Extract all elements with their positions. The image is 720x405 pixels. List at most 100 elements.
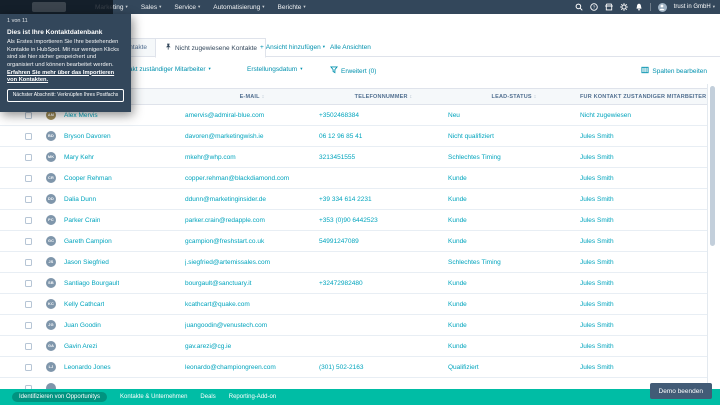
contact-owner-value: Jules Smith [580,153,614,161]
all-views-button[interactable]: Alle Ansichten [330,38,371,57]
contact-email-link[interactable]: parker.crain@redapple.com [185,217,319,224]
advanced-filters-button[interactable]: Erweitert (0) [329,66,376,76]
row-checkbox[interactable] [25,216,32,224]
bottom-tab-identify-opportunities[interactable]: Identifizieren von Opportunitys [12,392,108,402]
contact-name-link[interactable]: Juan Goodin [64,322,101,329]
contact-avatar: BD [46,131,56,141]
contact-name-link[interactable]: Alex Mervis [64,112,98,119]
row-checkbox[interactable] [25,195,32,203]
lead-status-value: Qualifiziert [448,363,479,371]
contact-avatar: JS [46,257,56,267]
bottom-tab-contacts-companies[interactable]: Kontakte & Unternehmen [120,394,187,400]
contact-avatar: SB [46,278,56,288]
contact-name-link[interactable]: Jason Siegfried [64,259,109,266]
tour-learn-more-link[interactable]: Erfahren Sie mehr über das Importieren v… [7,70,114,84]
contact-email-link[interactable]: amervis@admiral-blue.com [185,112,319,119]
contact-owner-value: Jules Smith [580,279,614,287]
contact-name-link[interactable]: Gavin Arezi [64,343,97,350]
contact-name-link[interactable]: Kelly Cathcart [64,301,104,308]
contact-email-link[interactable]: j.siegfried@artemissales.com [185,259,319,266]
email-column-header[interactable]: E-MAIL ↕ [185,94,319,100]
row-checkbox[interactable] [25,111,32,119]
sort-icon[interactable]: ↕ [262,94,265,100]
add-view-button[interactable]: + Ansicht hinzufügen ▾ [260,38,325,57]
contact-email-link[interactable]: copper.rehman@blackdiamond.com [185,175,319,182]
top-navigation: Marketing▾ Sales▾ Service▾ Automatisieru… [0,0,720,14]
contact-phone-link[interactable]: (301) 502-2163 [319,364,448,371]
contact-phone-link[interactable]: +3502468384 [319,112,448,119]
contact-owner-value: Jules Smith [580,321,614,329]
sort-icon[interactable]: ↕ [410,94,413,100]
nav-item-automatisierung[interactable]: Automatisierung ▾ [213,4,264,11]
tab-nicht-zugewiesene-kontakte[interactable]: Nicht zugewiesene Kontakte [155,38,267,58]
contact-name-link[interactable]: Leonardo Jones [64,364,111,371]
row-checkbox[interactable] [25,174,32,182]
nav-item-sales[interactable]: Sales ▾ [141,4,162,11]
contact-email-link[interactable]: gav.arezi@cg.ie [185,343,319,350]
bottom-tab-reporting-addon[interactable]: Reporting-Add-on [229,394,276,400]
table-row [0,378,707,389]
row-checkbox[interactable] [25,132,32,140]
scrollbar-thumb[interactable] [710,86,715,246]
columns-icon [641,66,649,76]
svg-text:?: ? [592,5,595,10]
row-checkbox[interactable] [25,321,32,329]
help-icon[interactable]: ? [589,3,598,11]
contact-phone-link[interactable]: 3213451555 [319,154,448,161]
contact-owner-value: Jules Smith [580,363,614,371]
filter-created-date-dropdown[interactable]: Erstellungsdatum ▾ [247,66,303,73]
table-row: SB Santiago Bourgault bourgault@sanctuar… [0,273,707,294]
search-icon[interactable] [575,3,583,11]
tour-title: Dies ist Ihre Kontaktdatenbank [7,29,103,36]
tour-step-counter: 1 von 11 [7,18,28,24]
contact-phone-link[interactable]: +32472982480 [319,280,448,287]
contact-email-link[interactable]: kcathcart@quake.com [185,301,319,308]
table-row: LJ Leonardo Jones leonardo@championgreen… [0,357,707,378]
contact-email-link[interactable]: davoren@marketingwish.ie [185,133,319,140]
tour-next-section-button[interactable]: Nächster Abschnitt: Verknüpfen Ihres Pos… [7,88,124,102]
row-checkbox[interactable] [25,258,32,266]
row-checkbox[interactable] [25,300,32,308]
contact-email-link[interactable]: leonardo@championgreen.com [185,364,319,371]
contact-phone-link[interactable]: 54991247089 [319,238,448,245]
row-checkbox[interactable] [25,279,32,287]
row-checkbox[interactable] [25,342,32,350]
sort-icon[interactable]: ↕ [534,94,537,100]
contact-phone-link[interactable]: +353 (0)90 6442523 [319,217,448,224]
contact-name-link[interactable]: Parker Crain [64,217,100,224]
phone-column-header[interactable]: TELEFONNUMMER ↕ [319,94,448,100]
avatar[interactable] [657,2,667,12]
contact-phone-link[interactable]: +39 334 614 2231 [319,196,448,203]
onboarding-bottom-bar: Identifizieren von Opportunitys Kontakte… [0,383,720,405]
contact-email-link[interactable]: ddunn@marketinginsider.de [185,196,319,203]
contact-name-link[interactable]: Mary Kehr [64,154,94,161]
contact-name-link[interactable]: Cooper Rehman [64,175,112,182]
nav-item-service[interactable]: Service ▾ [174,4,200,11]
nav-item-berichte[interactable]: Berichte ▾ [278,4,306,11]
notifications-icon[interactable] [635,3,643,11]
lead-status-value: Neu [448,111,460,119]
marketplace-icon[interactable] [604,3,613,11]
bottom-tab-deals[interactable]: Deals [200,394,215,400]
lead-status-column-header[interactable]: LEAD-STATUS ↕ [448,94,580,100]
settings-icon[interactable] [619,3,628,11]
contact-email-link[interactable]: mkehr@whp.com [185,154,319,161]
row-checkbox[interactable] [25,237,32,245]
owner-column-header[interactable]: FÜR KONTAKT ZUSTÄNDIGER MITARBEITER↕ [580,94,707,100]
contact-name-link[interactable]: Gareth Campion [64,238,112,245]
contact-email-link[interactable]: gcampion@freshstart.co.uk [185,238,319,245]
contact-owner-value: Nicht zugewiesen [580,111,631,119]
contact-name-link[interactable]: Santiago Bourgault [64,280,119,287]
account-menu[interactable]: trust in GmbH ▾ [674,4,715,10]
row-checkbox[interactable] [25,153,32,161]
contact-name-link[interactable]: Dalia Dunn [64,196,96,203]
contact-name-link[interactable]: Bryson Davoren [64,133,111,140]
contact-owner-value: Jules Smith [580,174,614,182]
table-row: KC Kelly Cathcart kcathcart@quake.com Ku… [0,294,707,315]
edit-columns-button[interactable]: Spalten bearbeiten [641,66,707,76]
row-checkbox[interactable] [25,363,32,371]
contact-phone-link[interactable]: 06 12 96 85 41 [319,133,448,140]
contact-email-link[interactable]: juangoodin@venustech.com [185,322,319,329]
end-demo-button[interactable]: Demo beenden [649,383,712,399]
contact-email-link[interactable]: bourgault@sanctuary.it [185,280,319,287]
